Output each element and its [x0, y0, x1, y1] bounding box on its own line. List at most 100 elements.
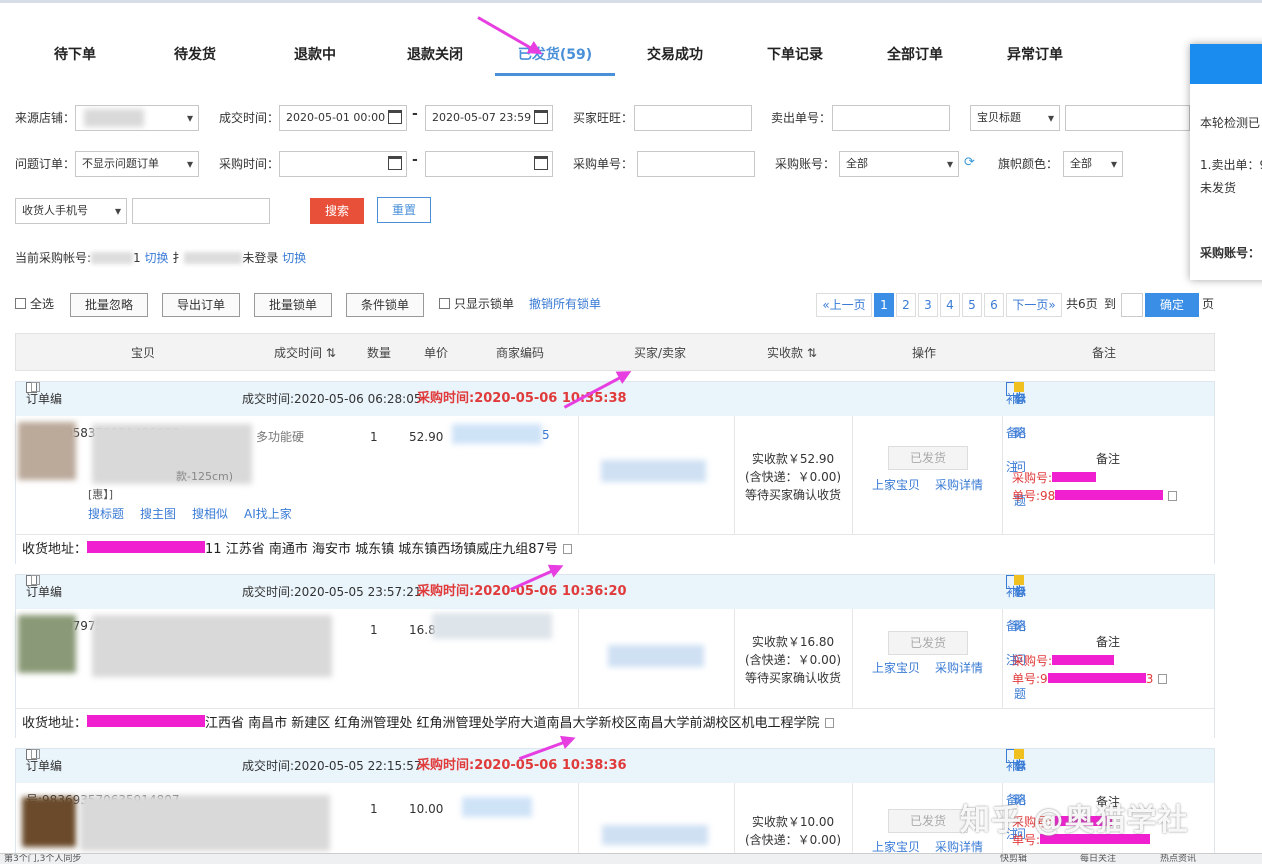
tab-pending-order[interactable]: 待下单 — [15, 38, 135, 76]
note-order-label: 单号:98 — [1012, 489, 1056, 503]
prev-page-button[interactable]: «上一页 — [816, 293, 872, 317]
page-4[interactable]: 4 — [940, 293, 960, 317]
source-shop-select[interactable] — [75, 105, 199, 131]
goto-confirm-button[interactable]: 确定 — [1145, 293, 1199, 317]
copy-icon[interactable] — [31, 382, 40, 392]
ai-find-supplier-link[interactable]: AI找上家 — [244, 505, 292, 522]
purchase-time-end-input[interactable] — [425, 151, 553, 177]
tab-refund-closed[interactable]: 退款关闭 — [375, 38, 495, 76]
col-received[interactable]: 实收款 ⇅ — [767, 334, 817, 372]
order-body: 多功能硬 款-125cm) [惠】] 搜标题 搜主图 搜相似 AI找上家 1 5… — [16, 416, 1214, 534]
only-locked-checkbox[interactable]: 只显示锁单 — [439, 296, 514, 312]
supplier-item-link[interactable]: 上家宝贝 — [872, 476, 920, 493]
sync-icon[interactable]: ⇄ — [1016, 749, 1026, 783]
supplier-item-link[interactable]: 上家宝贝 — [872, 659, 920, 676]
sell-order-input[interactable] — [832, 105, 950, 131]
status-hot-news[interactable]: 热点资讯 — [1160, 854, 1196, 864]
reset-button[interactable]: 重置 — [377, 197, 431, 223]
copy-icon[interactable] — [1168, 491, 1178, 501]
address-label: 收货地址： — [22, 542, 88, 557]
unit-price: 10.00 — [409, 802, 444, 816]
goto-page-input[interactable] — [1121, 293, 1143, 317]
select-all-checkbox[interactable]: 全选 — [15, 296, 54, 312]
batch-ignore-button[interactable]: 批量忽略 — [70, 293, 148, 317]
col-price: 单价 — [424, 346, 449, 360]
tab-refunding[interactable]: 退款中 — [255, 38, 375, 76]
item-title-select[interactable]: 宝贝标题 — [970, 105, 1060, 131]
item-spec-fragment: 款-125cm) — [176, 470, 234, 483]
shipped-button[interactable]: 已发货 — [888, 809, 968, 833]
item-title-input[interactable] — [1065, 105, 1190, 131]
side-panel-header — [1190, 44, 1262, 84]
status-quick-clip[interactable]: 快剪辑 — [1000, 854, 1027, 864]
copy-icon[interactable] — [31, 575, 40, 585]
note-purchase-label: 采购号: — [1012, 654, 1053, 668]
note-order-no: 单号:9 3 — [1012, 670, 1168, 687]
search-title-link[interactable]: 搜标题 — [88, 505, 124, 522]
sync-icon[interactable]: ⇄ — [1016, 382, 1026, 416]
purchase-account-select[interactable]: 全部 — [839, 151, 959, 177]
page-5[interactable]: 5 — [962, 293, 982, 317]
calendar-icon[interactable] — [534, 110, 548, 124]
page-2[interactable]: 2 — [896, 293, 916, 317]
batch-lock-button[interactable]: 批量锁单 — [254, 293, 332, 317]
cancel-all-locks-link[interactable]: 撤销所有锁单 — [529, 296, 601, 312]
search-button[interactable]: 搜索 — [310, 198, 364, 224]
conditional-lock-button[interactable]: 条件锁单 — [346, 293, 424, 317]
export-orders-button[interactable]: 导出订单 — [162, 293, 240, 317]
tab-order-records[interactable]: 下单记录 — [735, 38, 855, 76]
tab-shipped[interactable]: 已发货(59) — [495, 38, 615, 76]
sync-icon[interactable]: ⇄ — [1016, 575, 1026, 609]
tab-abnormal-orders[interactable]: 异常订单 — [975, 38, 1095, 76]
login-status: 未登录 — [242, 251, 279, 265]
calendar-icon[interactable] — [388, 156, 402, 170]
flag-color-label: 旗帜颜色： — [998, 157, 1059, 171]
next-page-button[interactable]: 下一页» — [1006, 293, 1062, 317]
purchase-detail-link[interactable]: 采购详情 — [935, 476, 983, 493]
search-main-image-link[interactable]: 搜主图 — [140, 505, 176, 522]
status-daily-focus[interactable]: 每日关注 — [1080, 854, 1116, 864]
purchase-time-start-input[interactable] — [279, 151, 407, 177]
purchase-time-label: 采购时间： — [219, 157, 280, 171]
calendar-icon[interactable] — [534, 156, 548, 170]
calendar-icon[interactable] — [388, 110, 402, 124]
buyer-ww-input[interactable] — [634, 105, 752, 131]
receiver-phone-select[interactable]: 收货人手机号 — [15, 198, 127, 224]
deal-time: 成交时间:2020-05-06 06:28:05 — [242, 392, 422, 406]
tab-pending-shipment[interactable]: 待发货 — [135, 38, 255, 76]
checkbox-icon[interactable] — [439, 298, 450, 309]
page-1[interactable]: 1 — [874, 293, 894, 317]
copy-icon[interactable] — [562, 544, 572, 554]
purchase-detail-link[interactable]: 采购详情 — [935, 659, 983, 676]
cell-divider — [1002, 609, 1003, 709]
copy-icon[interactable] — [824, 718, 834, 728]
switch-account-link-2[interactable]: 切换 — [282, 251, 306, 265]
search-similar-link[interactable]: 搜相似 — [192, 505, 228, 522]
cell-divider — [578, 416, 579, 534]
tab-trade-success[interactable]: 交易成功 — [615, 38, 735, 76]
checkbox-icon[interactable] — [15, 298, 26, 309]
shipped-button[interactable]: 已发货 — [888, 631, 968, 655]
page-3[interactable]: 3 — [918, 293, 938, 317]
received-amount-cell: 实收款￥10.00 (含快递：￥0.00) — [734, 813, 852, 849]
goto-label: 到 — [1104, 297, 1117, 311]
redacted-merchant-code — [432, 613, 552, 639]
page-6[interactable]: 6 — [984, 293, 1004, 317]
shipping-fee: (含快递：￥0.00) — [744, 833, 842, 847]
tab-all-orders[interactable]: 全部订单 — [855, 38, 975, 76]
problem-order-select[interactable]: 不显示问题订单 — [75, 151, 199, 177]
buyer-ww-label: 买家旺旺： — [573, 111, 634, 125]
copy-icon[interactable] — [31, 749, 40, 759]
refresh-icon[interactable]: ⟳ — [964, 155, 975, 170]
receiver-phone-input[interactable] — [132, 198, 270, 224]
purchase-no-input[interactable] — [637, 151, 755, 177]
switch-account-link-1[interactable]: 切换 — [145, 251, 169, 265]
flag-color-select[interactable]: 全部 — [1063, 151, 1123, 177]
deal-time-end-input[interactable]: 2020-05-07 23:59 — [425, 105, 553, 131]
deal-time-start-input[interactable]: 2020-05-01 00:00 — [279, 105, 407, 131]
copy-icon[interactable] — [1158, 674, 1168, 684]
col-deal-time[interactable]: 成交时间 ⇅ — [274, 334, 336, 372]
shipping-address-row: 收货地址： 江西省 南昌市 新建区 红角洲管理处 红角洲管理处学府大道南昌大学新校… — [16, 708, 1214, 738]
account-prefix: 当前采购帐号: — [15, 251, 92, 265]
shipped-button[interactable]: 已发货 — [888, 446, 968, 470]
